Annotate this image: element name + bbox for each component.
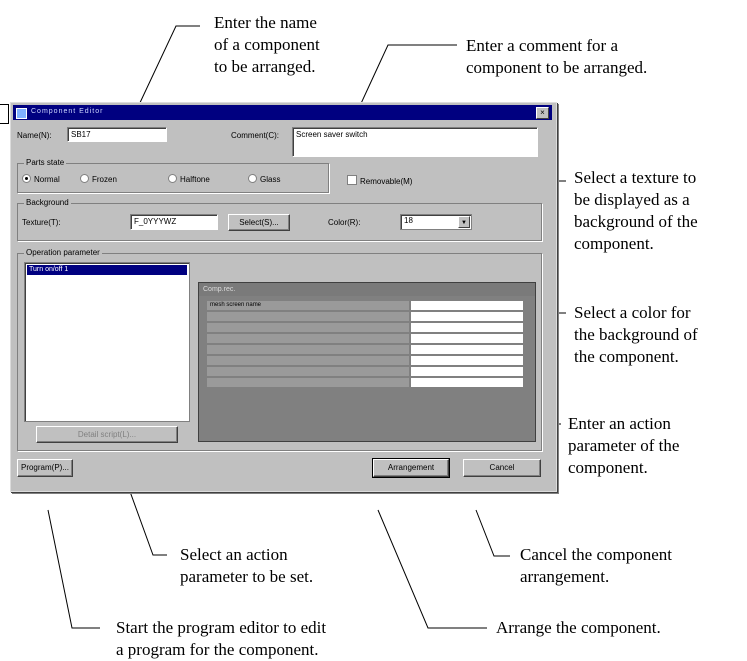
cropped-bracket: [0, 104, 9, 124]
table-cell-value[interactable]: [411, 345, 523, 354]
table-cell-name: [207, 345, 409, 354]
radio-dot-icon: [248, 174, 257, 183]
callout-arrange: Arrange the component.: [496, 618, 661, 637]
parts-state-title: Parts state: [24, 158, 67, 167]
list-item-selected[interactable]: Turn on/off 1: [27, 265, 187, 275]
background-title: Background: [24, 198, 71, 207]
title-bar: Component Editor ×: [13, 105, 552, 120]
app-icon: [16, 108, 27, 119]
radio-dot-icon: [168, 174, 177, 183]
select-texture-button[interactable]: Select(S)...: [228, 214, 290, 231]
table-header: Comp.rec.: [199, 283, 535, 296]
callout-texture: Select a texture to be displayed as a ba…: [574, 168, 698, 253]
dialog-title: Component Editor: [31, 108, 104, 115]
callout-action-param: Enter an action parameter of the compone…: [568, 414, 680, 477]
callout-name: Enter the name of a component to be arra…: [214, 13, 320, 76]
texture-field[interactable]: F_0YYYWZ: [130, 214, 218, 230]
table-cell-value[interactable]: [411, 301, 523, 310]
callout-color: Select a color for the background of the…: [574, 303, 698, 366]
radio-halftone-label: Halftone: [180, 175, 210, 184]
radio-dot-icon: [22, 174, 31, 183]
table-cell-value[interactable]: [411, 356, 523, 365]
radio-normal[interactable]: Normal: [22, 174, 60, 184]
parameter-list[interactable]: Turn on/off 1: [24, 262, 190, 422]
table-cell-value[interactable]: [411, 312, 523, 321]
operation-group: Operation parameter Turn on/off 1 Detail…: [17, 248, 542, 451]
color-value: 18: [404, 216, 413, 225]
close-button[interactable]: ×: [536, 107, 549, 119]
table-cell-name: [207, 356, 409, 365]
color-combo[interactable]: 18 ▼: [400, 214, 472, 230]
component-dialog: Component Editor × Name(N): SB17 Comment…: [10, 102, 557, 492]
leader-arrange: [377, 509, 487, 629]
table-cell-name: [207, 312, 409, 321]
radio-glass[interactable]: Glass: [248, 174, 280, 184]
table-cell-name: [207, 367, 409, 376]
name-field[interactable]: SB17: [67, 127, 167, 142]
parameter-table: Comp.rec. mesh screen name: [198, 282, 536, 442]
removable-label: Removable(M): [360, 177, 413, 186]
radio-frozen-label: Frozen: [92, 175, 117, 184]
table-cell-name: [207, 378, 409, 387]
texture-label: Texture(T):: [22, 218, 61, 227]
operation-title: Operation parameter: [24, 248, 102, 257]
radio-normal-label: Normal: [34, 175, 60, 184]
table-cell-value[interactable]: [411, 367, 523, 376]
checkbox-icon: [347, 175, 357, 185]
table-cell-value[interactable]: [411, 378, 523, 387]
comment-label: Comment(C):: [231, 131, 280, 140]
radio-frozen[interactable]: Frozen: [80, 174, 117, 184]
table-cell-name: [207, 323, 409, 332]
arrangement-button[interactable]: Arrangement: [372, 458, 450, 478]
radio-glass-label: Glass: [260, 175, 281, 184]
cancel-button[interactable]: Cancel: [463, 459, 541, 477]
callout-program: Start the program editor to edit a progr…: [116, 618, 327, 659]
callout-select-param: Select an action parameter to be set.: [180, 545, 314, 586]
table-cell-value[interactable]: [411, 323, 523, 332]
table-cell-name: [207, 334, 409, 343]
removable-checkbox[interactable]: Removable(M): [347, 175, 412, 186]
color-label: Color(R):: [328, 218, 361, 227]
leader-program: [47, 509, 100, 629]
callout-cancel: Cancel the component arrangement.: [520, 545, 673, 586]
parts-state-group: Parts state Normal Frozen Halftone Glass: [17, 158, 329, 193]
table-cell-value[interactable]: [411, 334, 523, 343]
radio-dot-icon: [80, 174, 89, 183]
name-label: Name(N):: [17, 131, 52, 140]
radio-halftone[interactable]: Halftone: [168, 174, 210, 184]
background-group: Background Texture(T): F_0YYYWZ Select(S…: [17, 198, 542, 241]
callout-comment: Enter a comment for a component to be ar…: [466, 36, 648, 77]
leader-cancel: [475, 509, 510, 557]
chevron-down-icon[interactable]: ▼: [458, 216, 470, 228]
table-cell-name: mesh screen name: [207, 301, 409, 310]
comment-field[interactable]: Screen saver switch: [292, 127, 538, 157]
detail-script-button[interactable]: Detail script(L)...: [36, 426, 178, 443]
program-button[interactable]: Program(P)...: [17, 459, 73, 477]
